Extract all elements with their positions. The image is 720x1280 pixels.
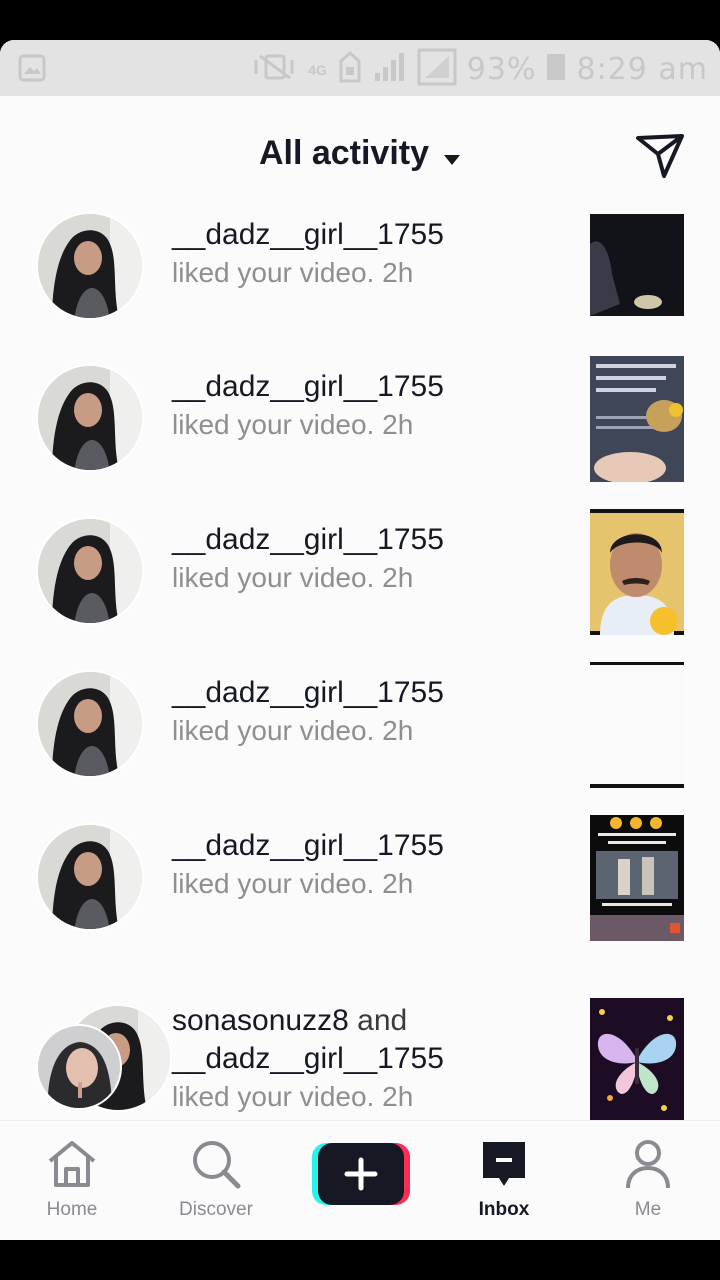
activity-action: liked your video. 2h: [172, 1078, 572, 1116]
tab-home[interactable]: Home: [22, 1135, 122, 1221]
activity-time: 2h: [382, 1081, 414, 1112]
activity-username[interactable]: sonasonuzz8: [172, 1004, 349, 1037]
tab-label-discover: Discover: [179, 1199, 253, 1220]
home-icon: [22, 1135, 122, 1193]
activity-text: __dadz__girl__1755 liked your video. 2h: [172, 827, 572, 903]
activity-username[interactable]: __dadz__girl__1755: [172, 674, 572, 712]
activity-row[interactable]: __dadz__girl__1755 liked your video. 2h: [0, 212, 720, 367]
activity-username[interactable]: __dadz__girl__1755: [172, 521, 572, 559]
signal-strength-icon: [373, 51, 407, 88]
activity-text: sonasonuzz8 and __dadz__girl__1755 liked…: [172, 1002, 572, 1116]
tab-inbox[interactable]: Inbox: [454, 1135, 554, 1221]
battery-percentage: 93%: [466, 52, 537, 87]
user-avatar[interactable]: [36, 670, 144, 778]
activity-text: __dadz__girl__1755 liked your video. 2h: [172, 521, 572, 597]
activity-text: __dadz__girl__1755 liked your video. 2h: [172, 216, 572, 292]
activity-time: 2h: [382, 562, 414, 593]
activity-row[interactable]: __dadz__girl__1755 liked your video. 2h: [0, 509, 720, 672]
activity-row[interactable]: __dadz__girl__1755 liked your video. 2h: [0, 662, 720, 825]
activity-row[interactable]: __dadz__girl__1755 liked your video. 2h: [0, 356, 720, 519]
activity-action-text: liked your video.: [172, 562, 375, 593]
caret-down-icon: [443, 136, 461, 175]
clock: 8:29 am: [576, 52, 708, 87]
activity-time: 2h: [382, 257, 414, 288]
user-avatar[interactable]: [36, 364, 144, 472]
status-bar: 4G 93% 8:29 am: [0, 40, 720, 96]
video-thumbnail[interactable]: [590, 509, 684, 635]
activity-usernames: sonasonuzz8 and: [172, 1002, 572, 1040]
tab-label-inbox: Inbox: [478, 1199, 530, 1220]
activity-username-second[interactable]: __dadz__girl__1755: [172, 1040, 572, 1078]
tab-me[interactable]: Me: [598, 1135, 698, 1221]
wifi-signal-icon: [417, 48, 457, 91]
activity-action-text: liked your video.: [172, 1081, 375, 1112]
activity-action: liked your video. 2h: [172, 406, 572, 444]
page-title: All activity: [258, 134, 430, 172]
tab-discover[interactable]: Discover: [166, 1135, 266, 1221]
header: All activity: [0, 96, 720, 214]
data-transfer-icon: [337, 50, 363, 88]
video-thumbnail[interactable]: [590, 214, 684, 316]
activity-filter-dropdown[interactable]: All activity: [0, 134, 720, 175]
activity-time: 2h: [382, 868, 414, 899]
user-avatar[interactable]: [36, 823, 144, 931]
activity-username[interactable]: __dadz__girl__1755: [172, 216, 572, 254]
activity-time: 2h: [382, 715, 414, 746]
activity-row[interactable]: __dadz__girl__1755 liked your video. 2h: [0, 815, 720, 978]
activity-action-text: liked your video.: [172, 868, 375, 899]
activity-action-text: liked your video.: [172, 409, 375, 440]
user-avatar[interactable]: [36, 517, 144, 625]
send-message-icon: [636, 134, 684, 178]
activity-action-text: liked your video.: [172, 257, 375, 288]
activity-action: liked your video. 2h: [172, 865, 572, 903]
activity-username[interactable]: __dadz__girl__1755: [172, 368, 572, 406]
video-thumbnail[interactable]: [590, 998, 684, 1124]
person-icon: [598, 1135, 698, 1193]
activity-action: liked your video. 2h: [172, 254, 572, 292]
activity-time: 2h: [382, 409, 414, 440]
video-thumbnail[interactable]: [590, 662, 684, 788]
tab-label-me: Me: [634, 1199, 662, 1220]
activity-action: liked your video. 2h: [172, 559, 572, 597]
video-thumbnail[interactable]: [590, 815, 684, 941]
activity-connector: and: [357, 1004, 408, 1037]
activity-text: __dadz__girl__1755 liked your video. 2h: [172, 674, 572, 750]
activity-username[interactable]: __dadz__girl__1755: [172, 827, 572, 865]
network-type-label: 4G: [308, 61, 327, 78]
user-avatar[interactable]: [36, 1024, 122, 1110]
video-thumbnail[interactable]: [590, 356, 684, 482]
bottom-tab-bar: Home Discover Inbox Me: [0, 1120, 720, 1240]
vibrate-mute-icon: [252, 52, 298, 87]
gallery-notification-icon: [18, 54, 46, 87]
activity-row[interactable]: sonasonuzz8 and __dadz__girl__1755 liked…: [0, 978, 720, 1138]
battery-icon: [546, 52, 566, 87]
user-avatar[interactable]: [36, 212, 144, 320]
inbox-icon: [454, 1135, 554, 1193]
activity-text: __dadz__girl__1755 liked your video. 2h: [172, 368, 572, 444]
tab-label-home: Home: [46, 1199, 98, 1220]
app-screen: 4G 93% 8:29 am All activity __dadz__girl…: [0, 40, 720, 1240]
create-video-button[interactable]: [312, 1141, 410, 1207]
direct-messages-button[interactable]: [634, 132, 686, 180]
status-icons: 4G 93% 8:29 am: [252, 48, 708, 91]
activity-action: liked your video. 2h: [172, 712, 572, 750]
search-icon: [166, 1135, 266, 1193]
activity-action-text: liked your video.: [172, 715, 375, 746]
